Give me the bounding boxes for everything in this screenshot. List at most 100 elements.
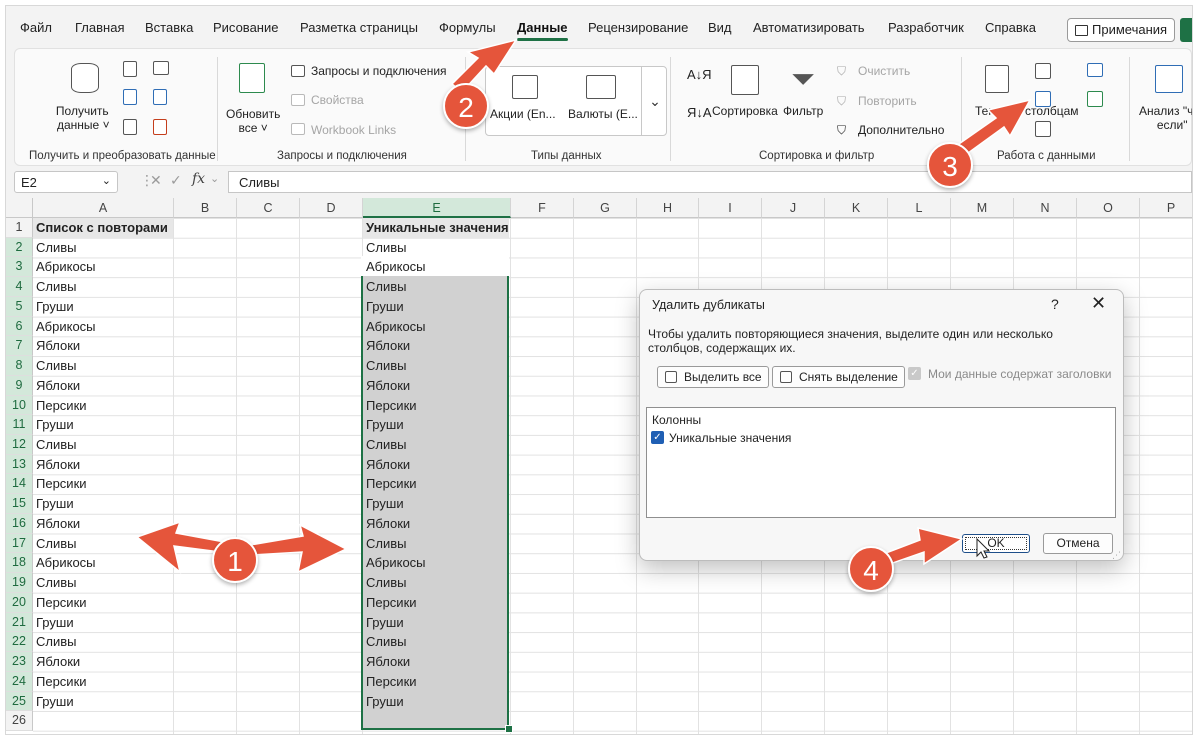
what-if-analysis-button[interactable]: Анализ "что если": [1139, 104, 1192, 132]
cell-e1-header[interactable]: Уникальные значения: [363, 218, 509, 238]
cell-col-a[interactable]: Абрикосы: [33, 553, 173, 573]
cell-col-e[interactable]: Сливы: [363, 632, 509, 652]
row-header[interactable]: 9: [6, 375, 33, 396]
cell-col-a[interactable]: Абрикосы: [33, 257, 173, 277]
cell-a1-header[interactable]: Список с повторами: [33, 218, 173, 238]
row-header[interactable]: 10: [6, 395, 33, 416]
tab-insert[interactable]: Вставка: [145, 20, 193, 35]
cell-col-e[interactable]: Яблоки: [363, 336, 509, 356]
insert-function-icon[interactable]: fx: [192, 171, 205, 187]
row-header[interactable]: 25: [6, 691, 33, 712]
row-header[interactable]: 13: [6, 454, 33, 475]
cell-col-a[interactable]: Сливы: [33, 632, 173, 652]
row-header[interactable]: 24: [6, 671, 33, 692]
existing-connections-icon[interactable]: [153, 89, 167, 105]
enter-icon[interactable]: ✓: [170, 172, 182, 189]
row-header[interactable]: 11: [6, 415, 33, 436]
cell-col-a[interactable]: Сливы: [33, 573, 173, 593]
text-to-columns-button[interactable]: Текст по столбцам: [975, 104, 1079, 118]
row-header[interactable]: 8: [6, 356, 33, 376]
column-header-j[interactable]: J: [762, 198, 825, 218]
cell-col-e[interactable]: Яблоки: [363, 455, 509, 475]
cell-col-e[interactable]: Сливы: [363, 573, 509, 593]
from-picture-icon[interactable]: [153, 119, 167, 135]
column-header-g[interactable]: G: [574, 198, 637, 218]
row-header[interactable]: 1: [6, 218, 33, 238]
stocks-data-type[interactable]: Акции (En...: [490, 107, 556, 121]
cell-col-e[interactable]: Абрикосы: [363, 257, 509, 277]
cell-col-a[interactable]: Сливы: [33, 356, 173, 376]
ok-button[interactable]: OK: [962, 534, 1030, 553]
row-header[interactable]: 20: [6, 592, 33, 613]
row-header[interactable]: 5: [6, 296, 33, 317]
notes-button[interactable]: Примечания: [1067, 18, 1175, 42]
row-header[interactable]: 22: [6, 632, 33, 653]
tab-developer[interactable]: Разработчик: [888, 20, 964, 35]
row-header[interactable]: 16: [6, 513, 33, 534]
cell-col-a[interactable]: Груши: [33, 297, 173, 317]
cell-col-e[interactable]: Груши: [363, 494, 509, 514]
close-icon[interactable]: ✕: [1091, 293, 1106, 314]
tab-data[interactable]: Данные: [517, 20, 568, 41]
cell-col-a[interactable]: Груши: [33, 613, 173, 633]
tab-view[interactable]: Вид: [708, 20, 732, 35]
column-header-i[interactable]: I: [699, 198, 762, 218]
column-header-b[interactable]: B: [174, 198, 237, 218]
row-header[interactable]: 26: [6, 711, 33, 731]
cell-col-e[interactable]: Сливы: [363, 356, 509, 376]
cell-col-a[interactable]: Груши: [33, 415, 173, 435]
fill-handle[interactable]: [505, 725, 513, 733]
column-header-k[interactable]: K: [825, 198, 888, 218]
cancel-icon[interactable]: ✕: [150, 172, 162, 189]
headers-checkbox[interactable]: ✓ Мои данные содержат заголовки: [908, 367, 1111, 381]
cell-col-e[interactable]: Персики: [363, 474, 509, 494]
cell-col-a[interactable]: Яблоки: [33, 514, 173, 534]
data-validation-icon[interactable]: [1035, 121, 1051, 137]
cell-col-e[interactable]: Абрикосы: [363, 553, 509, 573]
column-checkbox[interactable]: ✓ Уникальные значения: [651, 431, 791, 445]
cell-col-e[interactable]: Абрикосы: [363, 317, 509, 337]
row-header[interactable]: 3: [6, 257, 33, 278]
row-header[interactable]: 2: [6, 237, 33, 258]
flash-fill-icon[interactable]: [1035, 63, 1051, 79]
tab-formulas[interactable]: Формулы: [439, 20, 496, 35]
select-all-button[interactable]: Выделить все: [657, 366, 769, 388]
cell-col-e[interactable]: Сливы: [363, 435, 509, 455]
from-web-icon[interactable]: [123, 89, 137, 105]
row-header[interactable]: 21: [6, 612, 33, 633]
cell-col-e[interactable]: Яблоки: [363, 514, 509, 534]
cell-col-a[interactable]: Груши: [33, 494, 173, 514]
name-box[interactable]: E2 ⌄: [14, 171, 118, 193]
reapply-button[interactable]: Повторить: [858, 94, 917, 108]
column-header-d[interactable]: D: [300, 198, 363, 218]
get-data-button[interactable]: Получить данные ˅: [55, 104, 110, 132]
column-header-a[interactable]: A: [33, 198, 174, 218]
row-header[interactable]: 14: [6, 474, 33, 495]
tab-automate[interactable]: Автоматизировать: [753, 20, 865, 35]
cancel-button[interactable]: Отмена: [1043, 533, 1113, 554]
from-table-icon[interactable]: [123, 119, 137, 135]
cell-col-e[interactable]: Яблоки: [363, 376, 509, 396]
sort-az-icon[interactable]: A↓Я: [687, 67, 712, 82]
sort-za-icon[interactable]: Я↓A: [687, 105, 712, 120]
row-header[interactable]: 4: [6, 277, 33, 297]
queries-connections-button[interactable]: Запросы и подключения: [311, 64, 447, 78]
refresh-all-button[interactable]: Обновить все ˅: [226, 107, 280, 135]
recent-sources-icon[interactable]: [153, 61, 169, 75]
cell-col-a[interactable]: Абрикосы: [33, 317, 173, 337]
column-header-c[interactable]: C: [237, 198, 300, 218]
cell-col-e[interactable]: Персики: [363, 593, 509, 613]
column-header-f[interactable]: F: [511, 198, 574, 218]
row-header[interactable]: 7: [6, 336, 33, 357]
workbook-links-button[interactable]: Workbook Links: [311, 123, 396, 137]
advanced-filter-button[interactable]: Дополнительно: [858, 123, 944, 137]
tab-draw[interactable]: Рисование: [213, 20, 278, 35]
data-model-icon[interactable]: [1087, 91, 1103, 107]
from-text-icon[interactable]: [123, 61, 137, 77]
tab-review[interactable]: Рецензирование: [588, 20, 688, 35]
cell-col-a[interactable]: Яблоки: [33, 652, 173, 672]
relationships-icon[interactable]: [1087, 63, 1103, 77]
tab-home[interactable]: Главная: [75, 20, 124, 35]
column-header-h[interactable]: H: [637, 198, 699, 218]
sort-button[interactable]: Сортировка: [712, 104, 778, 118]
